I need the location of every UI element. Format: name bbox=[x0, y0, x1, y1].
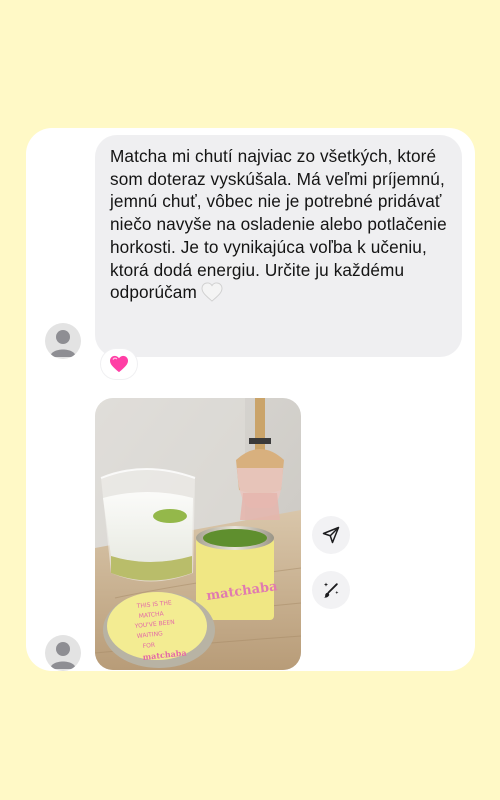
message-bubble[interactable]: Matcha mi chutí najviac zo všetkých, kto… bbox=[95, 135, 462, 357]
sparkle-brush-icon bbox=[323, 582, 339, 598]
person-icon bbox=[50, 642, 76, 669]
message-text: Matcha mi chutí najviac zo všetkých, kto… bbox=[110, 145, 450, 308]
white-heart-icon bbox=[201, 282, 223, 308]
svg-text:FOR: FOR bbox=[142, 642, 155, 650]
pink-heart-icon bbox=[110, 355, 128, 373]
avatar[interactable] bbox=[45, 635, 81, 671]
send-icon bbox=[322, 526, 340, 544]
person-icon bbox=[50, 330, 76, 357]
message-reaction[interactable] bbox=[101, 349, 137, 379]
avatar[interactable] bbox=[45, 323, 81, 359]
share-button[interactable] bbox=[312, 516, 350, 554]
matcha-photo[interactable]: matchaba THIS IS THE MATCHA YOU'VE BEEN … bbox=[95, 398, 301, 670]
edit-button[interactable] bbox=[312, 571, 350, 609]
